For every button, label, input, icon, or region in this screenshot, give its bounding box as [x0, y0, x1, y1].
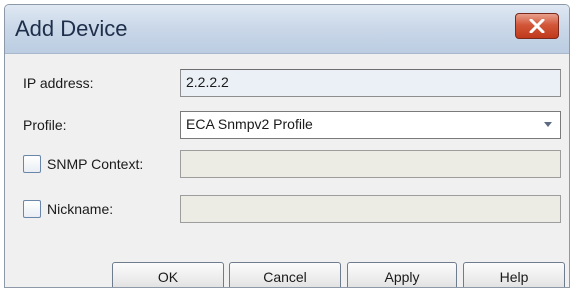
cancel-button[interactable]: Cancel: [229, 262, 341, 287]
ip-address-input[interactable]: 2.2.2.2: [180, 69, 561, 97]
dialog-title: Add Device: [15, 16, 128, 41]
nickname-label: Nickname:: [47, 201, 114, 217]
ip-address-label: IP address:: [23, 75, 94, 91]
close-icon: [529, 19, 545, 33]
chevron-down-icon: [544, 122, 552, 127]
snmp-context-label: SNMP Context:: [47, 156, 144, 172]
close-button[interactable]: [515, 13, 559, 39]
profile-select[interactable]: ECA Snmpv2 Profile: [180, 111, 561, 139]
ok-button[interactable]: OK: [112, 262, 224, 287]
help-button[interactable]: Help: [463, 262, 565, 287]
profile-selected-value: ECA Snmpv2 Profile: [186, 116, 313, 132]
apply-button[interactable]: Apply: [347, 262, 457, 287]
add-device-dialog: Add Device IP address: 2.2.2.2 Profile: …: [4, 4, 570, 288]
title-bar[interactable]: Add Device: [5, 5, 569, 54]
dialog-body: IP address: 2.2.2.2 Profile: ECA Snmpv2 …: [5, 54, 569, 287]
nickname-input[interactable]: [180, 195, 561, 223]
profile-label: Profile:: [23, 117, 67, 133]
snmp-context-input[interactable]: [180, 150, 561, 178]
nickname-checkbox[interactable]: [23, 200, 41, 218]
snmp-context-checkbox[interactable]: [23, 155, 41, 173]
